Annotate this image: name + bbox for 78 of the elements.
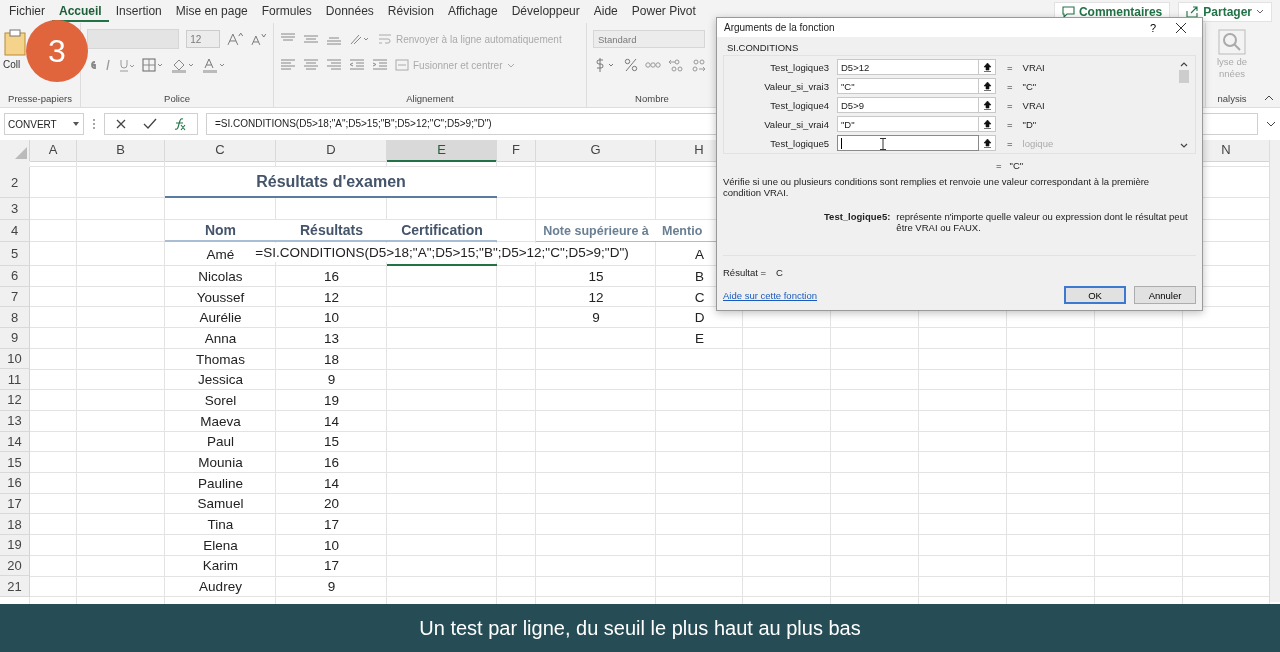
table-cell: Audrey <box>199 579 242 595</box>
equals-sign: = <box>1007 137 1013 149</box>
ribbon-label: nnées <box>1219 68 1245 79</box>
formula-result: "C" <box>1009 160 1024 171</box>
table-cell: Nicolas <box>198 268 243 284</box>
equals-sign: = <box>1007 61 1013 73</box>
argument-label: Valeur_si_vrai3 <box>763 80 830 92</box>
argument-result: "D" <box>1022 118 1037 130</box>
table-cell: Tina <box>207 517 234 533</box>
table-cell: 12 <box>588 289 604 305</box>
table-cell: Sorel <box>204 392 237 408</box>
table-cell: A <box>695 246 704 262</box>
argument-label: Test_logique4 <box>769 99 830 111</box>
table-cell: D <box>694 310 705 326</box>
table-cell: 16 <box>324 268 339 284</box>
table-cell: Maeva <box>200 413 241 429</box>
table-cell: 15 <box>324 434 339 450</box>
group-label: Police <box>163 93 191 104</box>
table-cell: E <box>695 330 704 346</box>
function-description: Vérifie si une ou plusieurs conditions sont remplies et renvoie une valeur correspondant à la première condition VRAI. <box>723 176 1151 198</box>
table-cell: Anna <box>204 330 237 346</box>
caption-text: Un test par ligne, du seuil le plus haut au plus bas <box>419 616 861 640</box>
argument-result: "C" <box>1022 80 1037 92</box>
argument-label: Test_logique5 <box>769 137 830 149</box>
sheet-title: Résultats d'examen <box>165 167 497 198</box>
table-cell: 16 <box>324 455 339 471</box>
group-label: Presse-papiers <box>7 93 73 104</box>
table-cell: Thomas <box>196 351 245 367</box>
column-heading: Certification <box>387 220 497 242</box>
table-cell: Jessica <box>198 372 243 388</box>
argument-result: logique <box>1022 137 1054 149</box>
table-cell: Pauline <box>197 475 243 491</box>
table-cell: Karim <box>202 558 239 574</box>
group-label: Nombre <box>634 93 670 104</box>
table-cell: Elena <box>203 537 238 553</box>
table-cell: 9 <box>592 310 600 326</box>
equals-sign: = <box>1007 118 1013 130</box>
table-cell: 10 <box>324 310 339 326</box>
table-cell: Aurélie <box>199 310 242 326</box>
table-cell: B <box>695 268 704 284</box>
table-cell: 13 <box>324 330 339 346</box>
function-name: SI.CONDITIONS <box>727 42 800 53</box>
table-cell: 18 <box>324 351 339 367</box>
argument-name: Test_logique5: <box>824 211 891 224</box>
table-cell: C <box>694 289 705 305</box>
group-label: nalysis <box>1216 93 1248 104</box>
column-heading: Nom <box>165 220 276 242</box>
table-cell: 10 <box>324 537 339 553</box>
table-cell: Mounia <box>198 455 243 471</box>
table-cell: 20 <box>324 496 339 512</box>
table-cell: 15 <box>588 268 604 284</box>
table-cell: 17 <box>324 558 339 574</box>
table-cell: Youssef <box>196 289 245 305</box>
argument-label: Valeur_si_vrai4 <box>763 118 830 130</box>
table-cell: 9 <box>327 372 336 388</box>
result-label: Résultat = <box>723 267 767 278</box>
table-cell: 9 <box>327 579 336 595</box>
group-label: Alignement <box>405 93 455 104</box>
equals-sign: = <box>996 160 1002 171</box>
column-heading: Résultats <box>276 220 387 242</box>
ribbon-label: lyse de <box>1216 56 1248 67</box>
argument-label: Test_logique3 <box>769 61 830 73</box>
dialog-title: Arguments de la fonction <box>724 22 835 33</box>
table-cell: 12 <box>324 289 339 305</box>
result-value: C <box>776 267 783 278</box>
table-cell: 17 <box>324 517 339 533</box>
equals-sign: = <box>1007 99 1013 111</box>
table-cell: Amé <box>206 246 235 262</box>
argument-result: VRAI <box>1022 61 1045 73</box>
argument-description: représente n'importe quelle valeur ou expression dont le résultat peut être VRAI ou FAUX. <box>896 211 1189 233</box>
argument-result: VRAI <box>1022 99 1045 111</box>
table-cell: Paul <box>207 434 234 450</box>
equals-sign: = <box>1007 80 1013 92</box>
table-cell: 14 <box>324 475 339 491</box>
column-heading: Note supérieure à <box>536 220 656 242</box>
table-cell: 14 <box>324 413 339 429</box>
table-cell: Samuel <box>197 496 244 512</box>
table-cell: 19 <box>324 392 339 408</box>
